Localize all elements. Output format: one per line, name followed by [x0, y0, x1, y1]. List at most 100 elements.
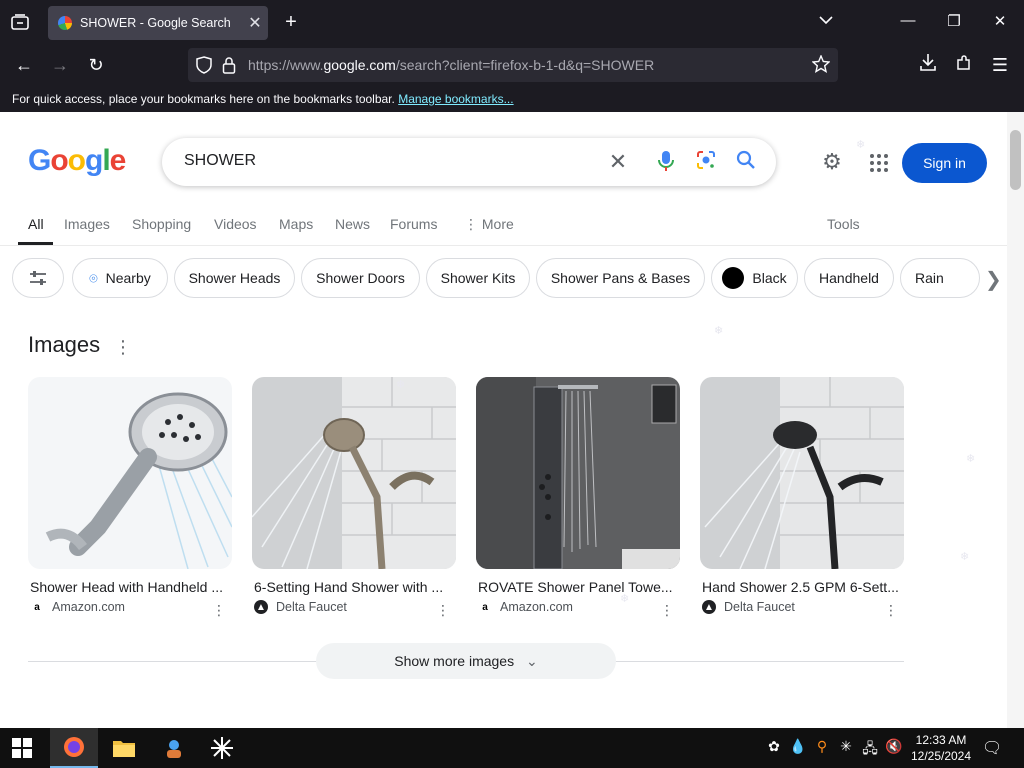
tab-more[interactable]: ⋮ More	[464, 216, 514, 233]
source-name: Delta Faucet	[724, 600, 795, 614]
image-thumbnail[interactable]	[476, 377, 680, 569]
show-more-images-button[interactable]: Show more images ⌄	[316, 643, 616, 679]
result-menu-vertical-dots-icon[interactable]: ⋮	[212, 602, 226, 619]
minimize-button[interactable]: —	[898, 12, 918, 29]
search-box[interactable]: SHOWER ✕	[162, 138, 776, 186]
chips-next-chevron-icon[interactable]: ❯	[985, 267, 1002, 292]
system-clock[interactable]: 12:33 AM 12/25/2024	[906, 732, 976, 764]
images-options-vertical-dots-icon[interactable]: ⋮	[114, 337, 132, 358]
clock-date: 12/25/2024	[910, 749, 972, 763]
bookmark-star-icon[interactable]	[811, 54, 831, 78]
chip-nearby-label: Nearby	[105, 270, 151, 286]
back-button[interactable]: ←	[12, 53, 36, 77]
scrollbar-thumb[interactable]	[1010, 130, 1021, 190]
restore-button[interactable]: ❐	[944, 12, 964, 30]
chip-shower-heads[interactable]: Shower Heads	[174, 258, 295, 298]
tab-close-icon[interactable]: ✕	[242, 13, 268, 33]
tray-app-icon[interactable]: ✿	[764, 738, 784, 755]
chip-handheld[interactable]: Handheld	[804, 258, 894, 298]
voice-search-mic-icon[interactable]	[654, 150, 678, 174]
chip-nearby[interactable]: ⌾ Nearby	[72, 258, 168, 298]
image-thumbnail[interactable]	[28, 377, 232, 569]
downloads-icon[interactable]	[916, 53, 940, 77]
url-text[interactable]: https://www.google.com/search?client=fir…	[248, 57, 654, 73]
snowflake-icon: ❄	[856, 139, 866, 151]
image-result-title[interactable]: Shower Head with Handheld ...	[28, 579, 228, 595]
new-tab-button[interactable]: +	[280, 11, 302, 33]
image-thumbnail[interactable]	[700, 377, 904, 569]
url-path: /search?client=firefox-b-1-d&q=SHOWER	[395, 57, 655, 73]
page-scrollbar[interactable]	[1007, 112, 1024, 728]
reload-button[interactable]: ↻	[84, 53, 108, 77]
app-menu-icon[interactable]: ☰	[988, 53, 1012, 77]
tools-button[interactable]: Tools	[827, 216, 860, 232]
snowflake-app-taskbar-icon[interactable]	[198, 728, 246, 768]
chip-filters[interactable]	[12, 258, 64, 298]
snowflake-icon: ❄	[714, 325, 724, 337]
tab-forums[interactable]: Forums	[390, 216, 437, 232]
list-all-tabs-chevron-icon[interactable]	[816, 12, 836, 29]
amazon-logo-icon: a	[30, 600, 44, 614]
result-menu-vertical-dots-icon[interactable]: ⋮	[660, 602, 674, 619]
tray-search-icon[interactable]: ⚲	[812, 738, 832, 755]
windows-start-button[interactable]	[12, 738, 32, 758]
image-result-title[interactable]: 6-Setting Hand Shower with ...	[252, 579, 452, 595]
search-input[interactable]: SHOWER	[184, 152, 256, 170]
notification-center-icon[interactable]: 🗨	[982, 738, 1002, 758]
close-window-button[interactable]: ✕	[990, 12, 1010, 30]
tab-shopping[interactable]: Shopping	[132, 216, 191, 232]
file-explorer-taskbar-icon[interactable]	[100, 728, 148, 768]
image-result-title[interactable]: Hand Shower 2.5 GPM 6-Sett...	[700, 579, 900, 595]
manage-bookmarks-link[interactable]: Manage bookmarks...	[398, 92, 513, 106]
show-more-label: Show more images	[394, 653, 515, 669]
google-apps-icon[interactable]	[866, 150, 890, 174]
forward-button[interactable]: →	[48, 53, 72, 77]
chip-shower-pans-bases[interactable]: Shower Pans & Bases	[536, 258, 705, 298]
chip-black[interactable]: Black	[711, 258, 798, 298]
image-result-card[interactable]: Shower Head with Handheld ... a Amazon.c…	[28, 377, 232, 618]
result-menu-vertical-dots-icon[interactable]: ⋮	[436, 602, 450, 619]
source-name: Delta Faucet	[276, 600, 347, 614]
tab-images[interactable]: Images	[64, 216, 110, 232]
image-thumbnail[interactable]	[252, 377, 456, 569]
image-result-card[interactable]: 6-Setting Hand Shower with ... ▲ Delta F…	[252, 377, 456, 618]
search-submit-icon[interactable]	[734, 150, 758, 174]
image-result-source[interactable]: a Amazon.com	[476, 600, 680, 614]
tab-news[interactable]: News	[335, 216, 370, 232]
chip-rain[interactable]: Rain	[900, 258, 980, 298]
google-doodle-logo[interactable]: Google	[28, 144, 126, 178]
image-result-source[interactable]: a Amazon.com	[28, 600, 232, 614]
sign-in-button[interactable]: Sign in	[902, 143, 987, 183]
tab-maps[interactable]: Maps	[279, 216, 313, 232]
tray-drop-icon[interactable]: 💧	[788, 738, 808, 755]
tracking-protection-shield-icon[interactable]	[196, 56, 212, 79]
clear-search-icon[interactable]: ✕	[606, 150, 630, 174]
image-result-card[interactable]: Hand Shower 2.5 GPM 6-Sett... ▲ Delta Fa…	[700, 377, 904, 618]
firefox-taskbar-icon[interactable]	[50, 728, 98, 768]
settings-gear-icon[interactable]: ⚙	[820, 150, 844, 174]
chip-shower-kits[interactable]: Shower Kits	[426, 258, 530, 298]
bookmarks-toolbar: For quick access, place your bookmarks h…	[0, 86, 1024, 112]
tab-list-button[interactable]	[8, 10, 32, 34]
image-result-card[interactable]: ROVATE Shower Panel Towe... a Amazon.com…	[476, 377, 680, 618]
app-taskbar-icon[interactable]	[150, 728, 198, 768]
image-result-title[interactable]: ROVATE Shower Panel Towe...	[476, 579, 676, 595]
tab-videos[interactable]: Videos	[214, 216, 257, 232]
image-result-source[interactable]: ▲ Delta Faucet	[700, 600, 904, 614]
tab-all[interactable]: All	[28, 216, 44, 232]
google-lens-icon[interactable]	[694, 150, 718, 174]
url-bar[interactable]: https://www.google.com/search?client=fir…	[188, 48, 838, 82]
delta-faucet-logo-icon: ▲	[702, 600, 716, 614]
chip-shower-doors[interactable]: Shower Doors	[301, 258, 420, 298]
location-pin-icon: ⌾	[89, 269, 98, 286]
windows-taskbar: ✿ 💧 ⚲ ✳ 🖧 🔇 12:33 AM 12/25/2024 🗨	[0, 728, 1024, 768]
image-result-source[interactable]: ▲ Delta Faucet	[252, 600, 456, 614]
network-icon[interactable]: 🖧	[860, 738, 880, 762]
browser-tab-active[interactable]: SHOWER - Google Search ✕	[48, 6, 268, 40]
extensions-icon[interactable]	[952, 53, 976, 77]
volume-muted-icon[interactable]: 🔇	[884, 738, 904, 755]
source-name: Amazon.com	[52, 600, 125, 614]
result-menu-vertical-dots-icon[interactable]: ⋮	[884, 602, 898, 619]
tray-snowflake-icon[interactable]: ✳	[836, 738, 856, 755]
lock-icon[interactable]	[222, 56, 236, 79]
